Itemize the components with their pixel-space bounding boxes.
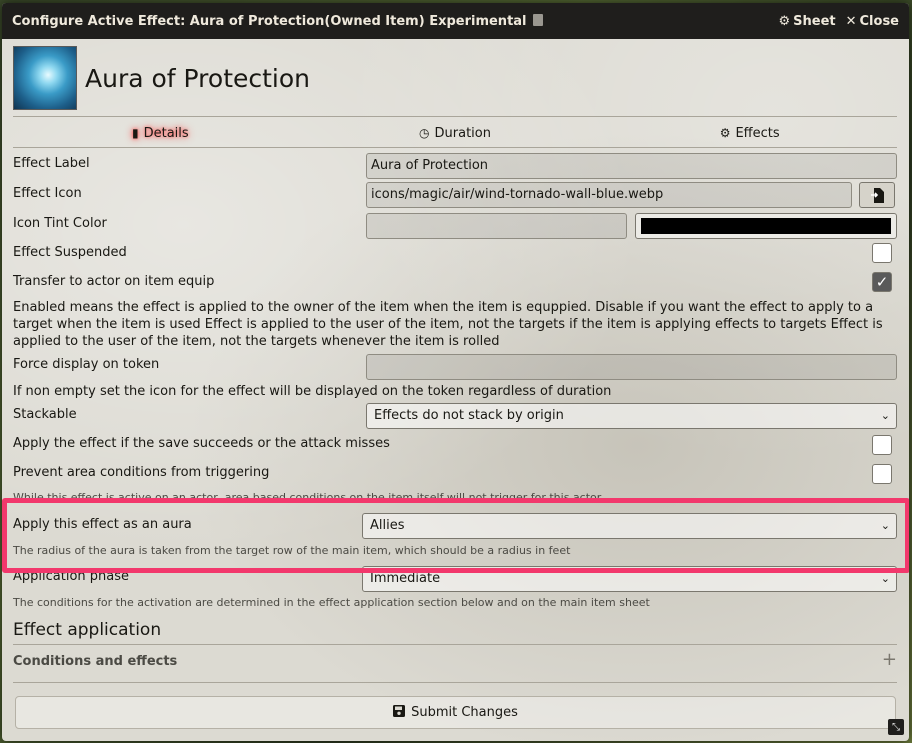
effect-name-heading: Aura of Protection — [85, 63, 311, 93]
tab-details[interactable]: ▮ Details — [13, 119, 308, 147]
chevron-down-icon: ⌄ — [880, 409, 890, 422]
checkmark-icon: ✓ — [875, 273, 889, 291]
aura-label: Apply this effect as an aura — [13, 517, 192, 532]
effect-portrait-image[interactable] — [13, 46, 77, 110]
aura-hint: The radius of the aura is taken from the… — [13, 544, 571, 557]
window-titlebar[interactable]: Configure Active Effect: Aura of Protect… — [2, 3, 909, 39]
tab-effects-label: Effects — [735, 125, 780, 141]
book-icon: ▮ — [131, 126, 139, 140]
apply-save-label: Apply the effect if the save succeeds or… — [13, 436, 390, 451]
close-icon: ✕ — [845, 13, 857, 29]
submit-button-label: Submit Changes — [411, 705, 518, 720]
stackable-selected-value: Effects do not stack by origin — [374, 408, 564, 423]
force-display-input[interactable] — [366, 354, 897, 380]
sheet-button-label: Sheet — [793, 13, 836, 29]
divider — [13, 116, 897, 117]
effect-label-label: Effect Label — [13, 156, 90, 171]
sheet-button[interactable]: ⚙ Sheet — [778, 14, 835, 29]
divider — [13, 147, 897, 148]
tab-details-label: Details — [143, 125, 189, 141]
conditions-and-effects-heading[interactable]: Conditions and effects — [13, 654, 177, 669]
tab-duration-label: Duration — [434, 125, 491, 141]
aura-selected-value: Allies — [370, 518, 405, 533]
effect-suspended-checkbox[interactable] — [872, 243, 892, 263]
close-button-label: Close — [859, 13, 899, 29]
prevent-area-checkbox[interactable] — [872, 464, 892, 484]
force-display-label: Force display on token — [13, 357, 160, 372]
transfer-checkbox[interactable]: ✓ — [872, 272, 892, 292]
effect-icon-label: Effect Icon — [13, 186, 82, 201]
transfer-hint: Enabled means the effect is applied to t… — [13, 300, 883, 349]
file-picker-button[interactable] — [859, 182, 895, 208]
stackable-select[interactable]: Effects do not stack by origin ⌄ — [366, 403, 897, 429]
resize-handle-icon[interactable]: ⤡ — [888, 719, 904, 735]
icon-tint-color-picker[interactable] — [635, 213, 897, 239]
cogs-icon: ⚙ — [719, 126, 731, 140]
file-import-icon — [870, 187, 884, 203]
icon-tint-label: Icon Tint Color — [13, 216, 107, 231]
compendium-book-icon — [532, 13, 543, 26]
save-icon — [393, 704, 406, 721]
tab-effects[interactable]: ⚙ Effects — [602, 119, 897, 147]
application-phase-select[interactable]: Immediate ⌄ — [362, 566, 897, 592]
icon-tint-input[interactable] — [366, 213, 627, 239]
submit-button[interactable]: Submit Changes — [15, 696, 896, 729]
stackable-label: Stackable — [13, 407, 77, 422]
window-title: Configure Active Effect: Aura of Protect… — [12, 13, 768, 29]
clock-icon: ◷ — [419, 126, 430, 140]
chevron-down-icon: ⌄ — [880, 572, 890, 585]
aura-select[interactable]: Allies ⌄ — [362, 513, 897, 539]
application-phase-hint: The conditions for the activation are de… — [13, 596, 650, 609]
window-title-text: Configure Active Effect: Aura of Protect… — [12, 13, 527, 29]
force-display-hint: If non empty set the icon for the effect… — [13, 384, 612, 399]
prevent-area-label: Prevent area conditions from triggering — [13, 465, 270, 480]
application-phase-selected-value: Immediate — [370, 571, 441, 586]
expand-plus-icon[interactable]: + — [882, 649, 897, 670]
transfer-label: Transfer to actor on item equip — [13, 274, 215, 289]
effect-application-heading: Effect application — [13, 620, 162, 640]
effect-label-input[interactable]: Aura of Protection — [366, 153, 897, 179]
effect-suspended-label: Effect Suspended — [13, 245, 127, 260]
effect-icon-input[interactable]: icons/magic/air/wind-tornado-wall-blue.w… — [366, 182, 852, 208]
divider — [13, 644, 897, 645]
chevron-down-icon: ⌄ — [880, 519, 890, 532]
application-phase-label: Application phase — [13, 569, 129, 584]
color-swatch-fill — [641, 218, 891, 234]
tab-duration[interactable]: ◷ Duration — [308, 119, 603, 147]
active-effect-config-window: Configure Active Effect: Aura of Protect… — [2, 3, 909, 741]
gear-icon: ⚙ — [778, 13, 791, 29]
sheet-tabs: ▮ Details ◷ Duration ⚙ Effects — [13, 119, 897, 147]
prevent-area-hint: While this effect is active on an actor,… — [13, 491, 602, 501]
apply-save-checkbox[interactable] — [872, 435, 892, 455]
close-button[interactable]: ✕ Close — [846, 14, 899, 29]
effect-header: Aura of Protection — [13, 46, 310, 110]
divider — [13, 682, 897, 683]
